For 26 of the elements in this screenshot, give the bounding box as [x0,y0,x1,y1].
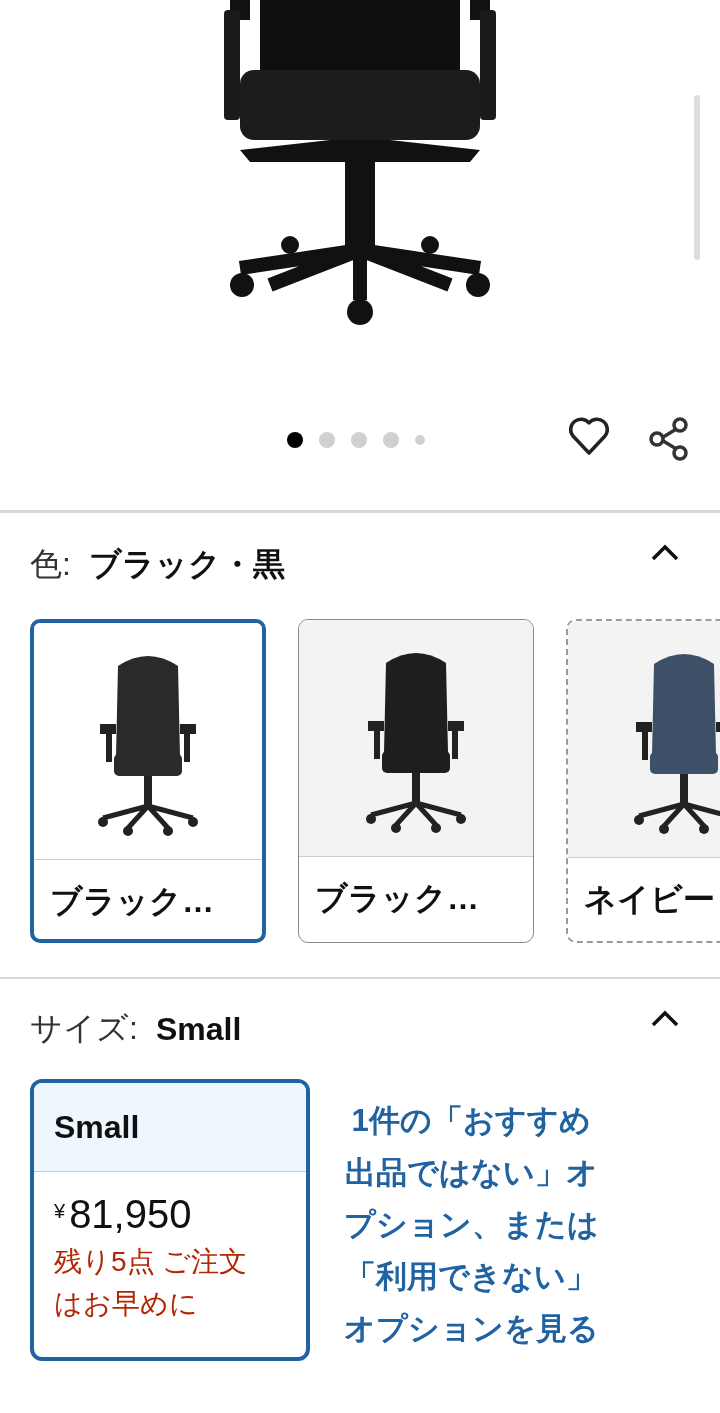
page-indicator-dot[interactable] [287,432,303,448]
color-option-label: ネイビー [583,880,716,919]
page-indicator-dot[interactable] [383,432,399,448]
scrollbar[interactable] [694,95,700,260]
caret-up-icon[interactable] [650,1009,680,1029]
page-indicator-dot[interactable] [415,435,425,445]
page-indicator-dot[interactable] [319,432,335,448]
stock-warning: 残り5点 ご注文はお早めに [54,1245,249,1321]
size-label: サイズ: [30,1009,138,1048]
selected-color-value: ブラック・黒 [88,545,285,584]
color-label: 色: [30,545,71,584]
color-option-card[interactable]: ブラック… [298,619,534,943]
size-option-card[interactable]: Small ¥81,950 残り5点 ご注文はお早めに [30,1079,310,1361]
other-options-link[interactable]: 1件の「おすすめ出品ではない」オプション、または「利用できない」オプションを見る [340,1095,602,1355]
page-indicator-dot[interactable] [351,432,367,448]
selected-size-value: Small [155,1010,242,1048]
share-icon[interactable] [648,416,690,462]
color-option-card[interactable]: ネイビー [566,619,720,943]
color-option-card[interactable]: ブラック… [30,619,266,943]
price: 81,950 [69,1192,192,1237]
color-option-label: ブラック… [49,882,215,921]
currency-symbol: ¥ [54,1200,66,1223]
size-option-name: Small [54,1108,140,1146]
color-option-label: ブラック… [314,879,480,918]
heart-icon[interactable] [568,416,610,456]
caret-up-icon[interactable] [650,543,680,563]
